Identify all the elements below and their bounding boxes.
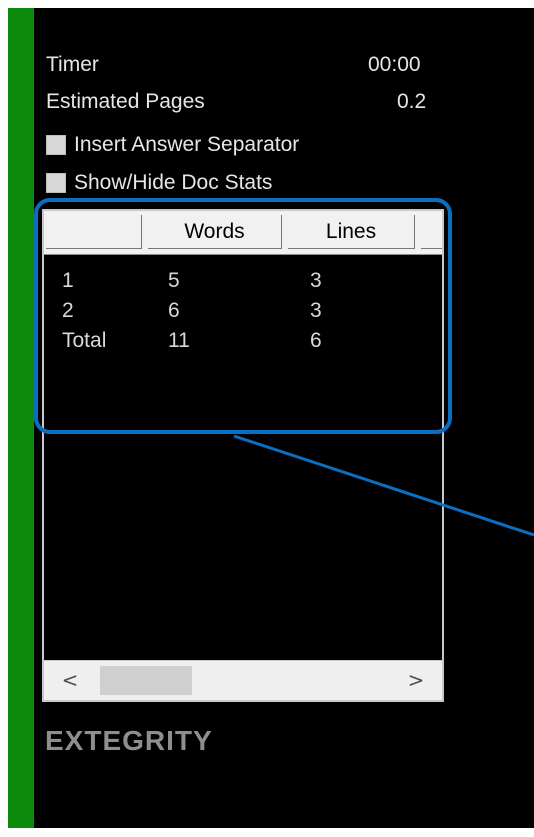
show-hide-doc-stats-label: Show/Hide Doc Stats (74, 171, 273, 194)
timer-value: 00:00 (368, 53, 421, 76)
insert-answer-separator-row[interactable]: Insert Answer Separator (46, 133, 299, 157)
show-hide-doc-stats-row[interactable]: Show/Hide Doc Stats (46, 171, 272, 195)
highlight-callout (34, 198, 452, 434)
insert-answer-separator-checkbox[interactable] (46, 135, 66, 155)
timer-label: Timer (46, 53, 99, 76)
estimated-pages-label: Estimated Pages (46, 90, 205, 113)
insert-answer-separator-label: Insert Answer Separator (74, 133, 300, 156)
scroll-thumb[interactable] (100, 666, 192, 695)
estimated-pages-value: 0.2 (397, 90, 427, 113)
scroll-right-button[interactable]: > (390, 661, 442, 699)
extegrity-logo: EXTEGRITY (45, 725, 213, 756)
show-hide-doc-stats-checkbox[interactable] (46, 173, 66, 193)
green-side-strip (8, 8, 34, 828)
scroll-left-button[interactable]: < (44, 661, 96, 699)
horizontal-scrollbar[interactable]: < > (44, 660, 442, 700)
